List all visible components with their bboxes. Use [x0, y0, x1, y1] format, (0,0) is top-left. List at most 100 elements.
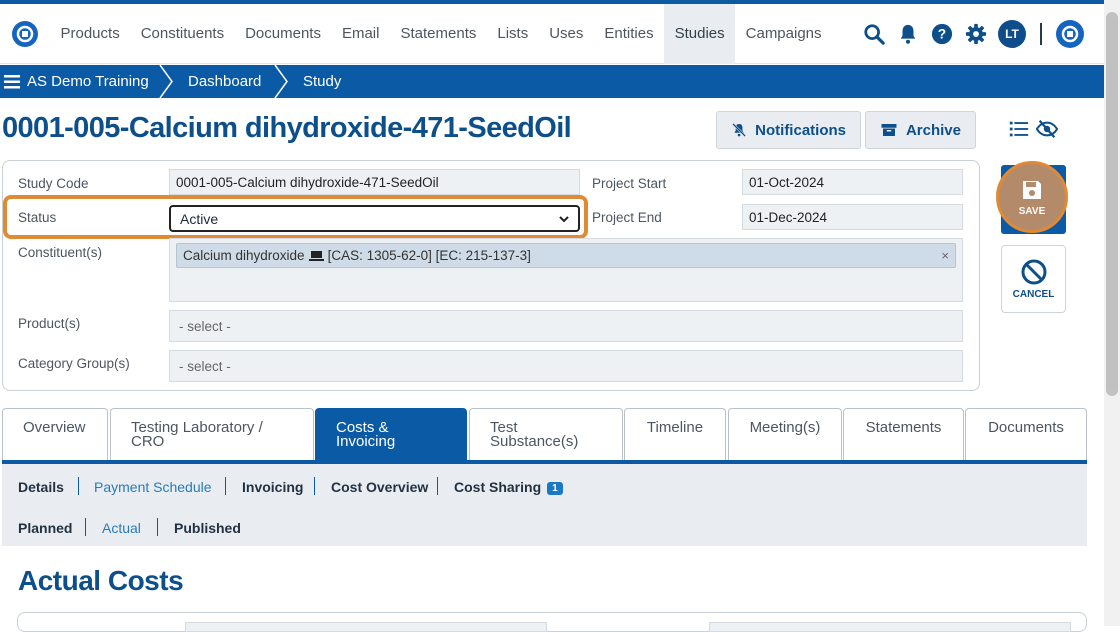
actual-costs-field[interactable] [185, 622, 547, 632]
archive-label: Archive [905, 121, 961, 139]
subnav-divider [78, 477, 79, 495]
actual-costs-field[interactable] [709, 622, 1071, 632]
nav-item-constituents[interactable]: Constituents [130, 4, 234, 64]
subnav-cost-sharing-label: Cost Sharing [454, 479, 542, 495]
save-button[interactable]: SAVE [996, 161, 1068, 233]
search-icon[interactable] [862, 22, 886, 46]
subnav-published[interactable]: Published [174, 520, 241, 536]
nav-item-documents[interactable]: Documents [235, 4, 332, 64]
nav-item-campaigns[interactable]: Campaigns [735, 4, 832, 64]
avatar[interactable]: LT [998, 20, 1026, 48]
project-start-label: Project Start [592, 176, 667, 191]
constituent-name: Calcium dihydroxide [183, 248, 305, 263]
breadcrumb-label: AS Demo Training [27, 73, 149, 90]
app-logo-icon[interactable] [12, 20, 38, 47]
subnav-invoicing[interactable]: Invoicing [242, 479, 303, 495]
nav-item-uses[interactable]: Uses [539, 4, 594, 64]
tab-testing-laboratory[interactable]: Testing Laboratory / CRO [110, 408, 314, 462]
tab-label: Statements [865, 419, 942, 436]
products-select[interactable]: - select - [169, 310, 963, 342]
nav-item-lists[interactable]: Lists [487, 4, 539, 64]
status-label: Status [18, 210, 57, 225]
subnav-divider [314, 477, 315, 495]
page-scrollbar-thumb[interactable] [1106, 12, 1118, 396]
subnav-divider [437, 477, 438, 495]
status-select[interactable]: Active [169, 205, 580, 232]
study-code-field[interactable]: 0001-005-Calcium dihydroxide-471-SeedOil [169, 169, 580, 195]
cancel-label: CANCEL [1012, 289, 1055, 300]
breadcrumb-item-dashboard[interactable]: Dashboard [188, 65, 261, 98]
help-icon[interactable]: ? [930, 22, 954, 46]
constituents-label: Constituent(s) [18, 245, 103, 260]
tab-test-substances[interactable]: Test Substance(s) [469, 408, 623, 462]
costs-subnav-panel [2, 464, 1087, 546]
breadcrumb-item-study: Study [303, 73, 342, 90]
tab-label-line2: CRO [131, 433, 165, 450]
gear-icon[interactable] [964, 22, 988, 46]
page-title: 0001-005-Calcium dihydroxide-471-SeedOil [2, 112, 572, 144]
subnav-cost-overview[interactable]: Cost Overview [331, 479, 428, 495]
nav-item-studies[interactable]: Studies [664, 3, 736, 64]
breadcrumb: AS Demo Training Dashboard Study [0, 65, 1104, 98]
status-select-value: Active [180, 210, 219, 227]
category-groups-select[interactable]: - select - [169, 350, 963, 382]
nav-item-entities[interactable]: Entities [594, 4, 664, 64]
tab-timeline[interactable]: Timeline [624, 408, 726, 462]
tab-label: Meeting(s) [749, 419, 821, 436]
tab-label: Documents [988, 419, 1064, 436]
project-start-field[interactable]: 01-Oct-2024 [742, 169, 963, 195]
subnav-payment-schedule[interactable]: Payment Schedule [94, 479, 212, 495]
products-label: Product(s) [18, 316, 81, 331]
tab-documents[interactable]: Documents [965, 408, 1087, 462]
floppy-disk-icon [1023, 180, 1041, 199]
subnav-planned[interactable]: Planned [18, 520, 72, 536]
breadcrumb-item-training[interactable]: AS Demo Training [4, 65, 149, 98]
laptop-icon [308, 250, 324, 261]
subnav-cost-sharing[interactable]: Cost Sharing 1 [454, 479, 563, 496]
project-end-field[interactable]: 01-Dec-2024 [742, 204, 963, 230]
hamburger-icon[interactable] [4, 74, 20, 89]
subnav-divider [157, 518, 158, 536]
category-groups-label: Category Group(s) [18, 356, 130, 371]
top-navbar: Products Constituents Documents Email St… [0, 3, 1104, 64]
eye-slash-icon[interactable] [1036, 118, 1058, 140]
count-badge: 1 [547, 482, 563, 495]
breadcrumb-separator-icon [159, 65, 173, 98]
notifications-button[interactable]: Notifications [716, 111, 861, 149]
tab-label-line2: Invoicing [336, 433, 396, 450]
bell-icon[interactable] [896, 22, 920, 46]
tab-costs-invoicing[interactable]: Costs & Invoicing [315, 408, 467, 462]
study-code-label: Study Code [18, 176, 89, 191]
archive-icon [881, 124, 897, 136]
tab-overview[interactable]: Overview [2, 408, 108, 462]
constituent-identifiers: [CAS: 1305-62-0] [EC: 215-137-3] [327, 248, 531, 263]
subnav-details[interactable]: Details [18, 479, 64, 495]
tab-statements[interactable]: Statements [843, 408, 964, 462]
subnav-actual[interactable]: Actual [102, 520, 141, 536]
list-view-icon[interactable] [1008, 118, 1030, 140]
save-label: SAVE [1018, 205, 1046, 217]
chevron-down-icon [559, 216, 569, 223]
archive-button[interactable]: Archive [865, 111, 976, 149]
svg-text:?: ? [938, 27, 946, 42]
constituents-field[interactable]: Calcium dihydroxide [CAS: 1305-62-0] [EC… [169, 238, 963, 302]
remove-chip-icon[interactable]: × [941, 248, 949, 263]
breadcrumb-separator-icon [274, 65, 288, 98]
tab-meetings[interactable]: Meeting(s) [728, 408, 842, 462]
nav-item-products[interactable]: Products [50, 4, 130, 64]
ban-icon [1021, 259, 1046, 285]
notifications-label: Notifications [755, 121, 846, 139]
tab-label: Timeline [646, 419, 704, 436]
org-logo-icon[interactable] [1056, 20, 1084, 48]
subnav-divider [85, 518, 86, 536]
tab-label-line2: Substance(s) [490, 433, 579, 450]
constituent-chip: Calcium dihydroxide [CAS: 1305-62-0] [EC… [176, 243, 956, 268]
bell-slash-icon [732, 123, 746, 137]
section-title: Actual Costs [18, 565, 184, 596]
subnav-divider [225, 477, 226, 495]
nav-divider [1040, 23, 1042, 45]
nav-item-email[interactable]: Email [331, 4, 390, 64]
cancel-button[interactable]: CANCEL [1001, 245, 1066, 313]
nav-item-statements[interactable]: Statements [390, 4, 487, 64]
project-end-label: Project End [592, 210, 662, 225]
